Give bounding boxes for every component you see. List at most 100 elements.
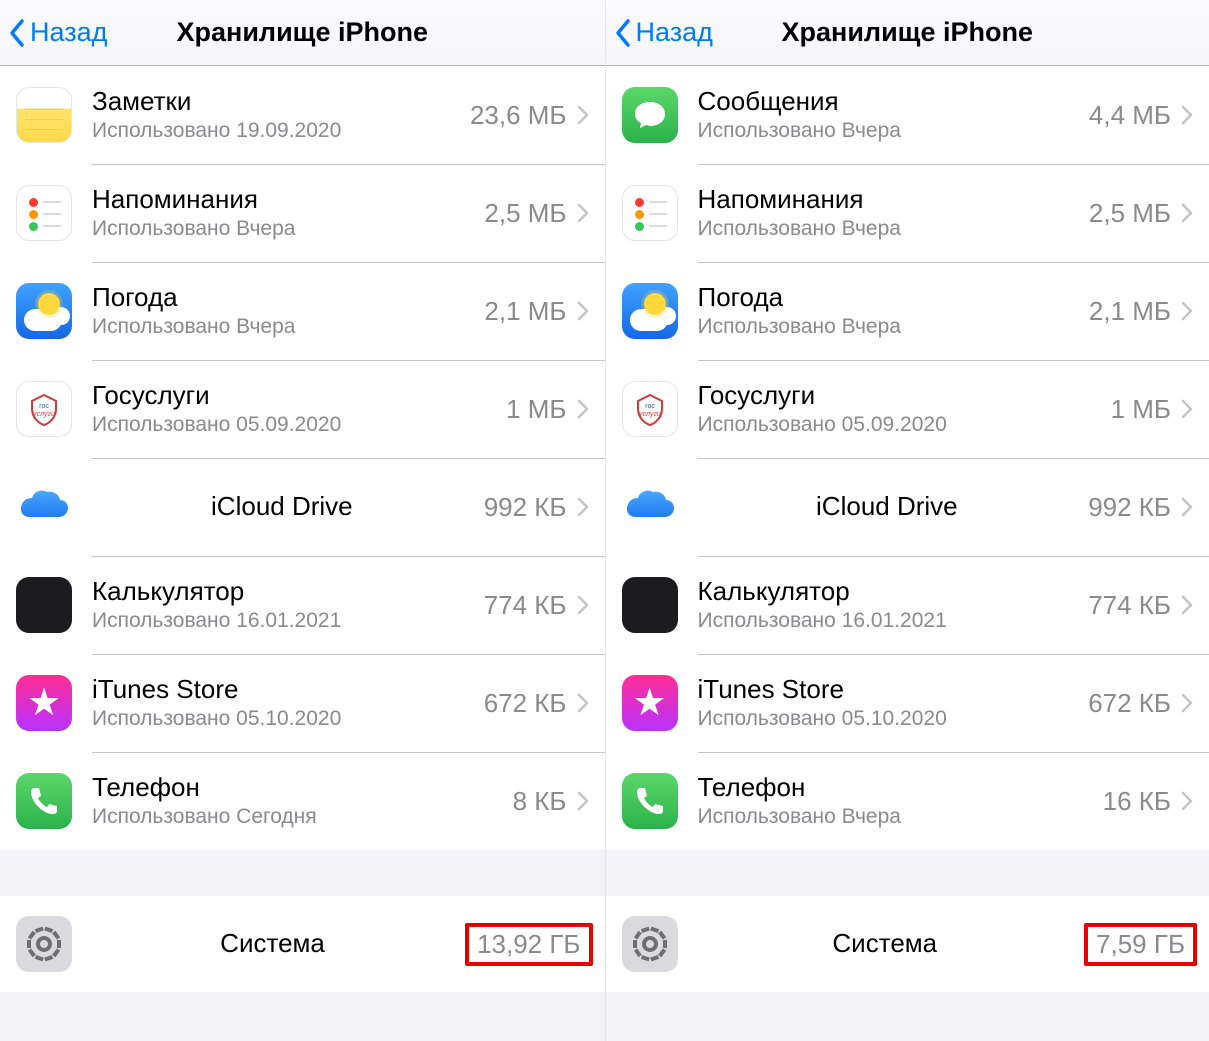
storage-size: 1 МБ	[1111, 394, 1171, 425]
storage-size: 4,4 МБ	[1089, 100, 1171, 131]
last-used-label: Использовано 05.10.2020	[698, 707, 1077, 731]
last-used-label: Использовано Сегодня	[92, 805, 501, 829]
storage-row[interactable]: ПогодаИспользовано Вчера 2,1 МБ	[606, 262, 1209, 360]
chevron-right-icon	[577, 203, 589, 223]
section-gap	[606, 850, 1209, 896]
last-used-label: Использовано Вчера	[92, 217, 472, 241]
row-labels: ГосуслугиИспользовано 05.09.2020	[92, 381, 494, 437]
app-storage-list: ЗаметкиИспользовано 19.09.2020 23,6 МБ Нап…	[0, 66, 605, 850]
row-trailing: 2,5 МБ	[472, 198, 588, 229]
system-row[interactable]: Система13,92 ГБ	[0, 896, 605, 992]
system-label: Система	[832, 929, 937, 959]
row-labels: ТелефонИспользовано Сегодня	[92, 773, 501, 829]
storage-size: 672 КБ	[1088, 688, 1171, 719]
row-trailing: 16 КБ	[1091, 786, 1193, 817]
storage-row[interactable]: НапоминанияИспользовано Вчера 2,5 МБ	[0, 164, 605, 262]
gosuslugi-icon: госуслуги	[16, 381, 72, 437]
storage-row[interactable]: СообщенияИспользовано Вчера 4,4 МБ	[606, 66, 1209, 164]
row-trailing: 13,92 ГБ	[453, 923, 588, 966]
storage-size: 1 МБ	[506, 394, 566, 425]
storage-size: 2,5 МБ	[484, 198, 566, 229]
app-storage-list: СообщенияИспользовано Вчера4,4 МБНапомин…	[606, 66, 1209, 850]
row-labels: НапоминанияИспользовано Вчера	[698, 185, 1077, 241]
storage-size: 774 КБ	[484, 590, 567, 621]
svg-text:гос: гос	[39, 403, 49, 410]
storage-row[interactable]: КалькуляторИспользовано 16.01.2021774 КБ	[606, 556, 1209, 654]
back-label: Назад	[636, 19, 713, 46]
last-used-label: Использовано 05.10.2020	[92, 707, 472, 731]
row-labels: ГосуслугиИспользовано 05.09.2020	[698, 381, 1099, 437]
svg-text:гос: гос	[645, 403, 655, 410]
chevron-right-icon	[1181, 497, 1193, 517]
row-labels: iTunes StoreИспользовано 05.10.2020	[698, 675, 1077, 731]
back-button[interactable]: Назад	[8, 18, 107, 48]
chevron-right-icon	[1181, 399, 1193, 419]
storage-row[interactable]: ★ iTunes StoreИспользовано 05.10.2020 672 …	[606, 654, 1209, 752]
storage-row[interactable]: ПогодаИспользовано Вчера2,1 МБ	[0, 262, 605, 360]
app-name: Заметки	[92, 87, 458, 117]
weather-icon	[16, 283, 72, 339]
chevron-right-icon	[1181, 203, 1193, 223]
storage-size: 8 КБ	[513, 786, 567, 817]
last-used-label: Использовано 05.09.2020	[92, 413, 494, 437]
storage-row[interactable]: госуслугиГосуслугиИспользовано 05.09.202…	[606, 360, 1209, 458]
app-name: Сообщения	[698, 87, 1077, 117]
comparison-container: НазадХранилище iPhoneЗаметкиИспользовано…	[0, 0, 1209, 1041]
last-used-label: Использовано Вчера	[698, 315, 1077, 339]
row-trailing: 2,1 МБ	[472, 296, 588, 327]
messages-icon	[622, 87, 678, 143]
row-trailing: 1 МБ	[494, 394, 588, 425]
storage-size: 992 КБ	[484, 492, 567, 523]
storage-screen: НазадХранилище iPhoneЗаметкиИспользовано…	[0, 0, 605, 1041]
app-name: Погода	[698, 283, 1077, 313]
storage-size: 23,6 МБ	[470, 100, 567, 131]
app-name: Госуслуги	[698, 381, 1099, 411]
storage-row[interactable]: ★iTunes StoreИспользовано 05.10.2020672 …	[0, 654, 605, 752]
row-trailing: 774 КБ	[1076, 590, 1193, 621]
storage-row[interactable]: ЗаметкиИспользовано 19.09.2020 23,6 МБ	[0, 66, 605, 164]
back-button[interactable]: Назад	[614, 18, 713, 48]
row-trailing: 672 КБ	[1076, 688, 1193, 719]
storage-row[interactable]: ТелефонИспользовано Вчера16 КБ	[606, 752, 1209, 850]
row-labels: iCloud Drive	[698, 492, 1077, 522]
storage-row[interactable]: ТелефонИспользовано Сегодня 8 КБ	[0, 752, 605, 850]
storage-row[interactable]: госуслуги ГосуслугиИспользовано 05.09.202…	[0, 360, 605, 458]
row-labels: iCloud Drive	[92, 492, 472, 522]
row-labels: ПогодаИспользовано Вчера	[698, 283, 1077, 339]
app-name: iTunes Store	[92, 675, 472, 705]
system-row[interactable]: Система7,59 ГБ	[606, 896, 1209, 992]
row-labels: НапоминанияИспользовано Вчера	[92, 185, 472, 241]
chevron-right-icon	[577, 399, 589, 419]
row-labels: ПогодаИспользовано Вчера	[92, 283, 472, 339]
chevron-right-icon	[1181, 693, 1193, 713]
last-used-label: Использовано Вчера	[698, 217, 1077, 241]
chevron-right-icon	[1181, 105, 1193, 125]
storage-row[interactable]: iCloud Drive 992 КБ	[0, 458, 605, 556]
storage-row[interactable]: КалькуляторИспользовано 16.01.2021 774 КБ	[0, 556, 605, 654]
row-labels: КалькуляторИспользовано 16.01.2021	[92, 577, 472, 633]
app-name: Калькулятор	[92, 577, 472, 607]
storage-row[interactable]: iCloud Drive 992 КБ	[606, 458, 1209, 556]
row-trailing: 23,6 МБ	[458, 100, 589, 131]
itunes-store-icon: ★	[622, 675, 678, 731]
storage-size: 992 КБ	[1088, 492, 1171, 523]
last-used-label: Использовано 19.09.2020	[92, 119, 458, 143]
storage-size: 2,1 МБ	[1089, 296, 1171, 327]
chevron-right-icon	[577, 105, 589, 125]
last-used-label: Использовано 16.01.2021	[92, 609, 472, 633]
weather-icon	[622, 283, 678, 339]
row-trailing: 992 КБ	[472, 492, 589, 523]
row-labels: СообщенияИспользовано Вчера	[698, 87, 1077, 143]
icloud-drive-icon	[622, 479, 678, 535]
system-size: 13,92 ГБ	[465, 923, 592, 966]
chevron-right-icon	[577, 595, 589, 615]
row-trailing: 672 КБ	[472, 688, 589, 719]
storage-screen: НазадХранилище iPhoneСообщенияИспользова…	[605, 0, 1209, 1041]
svg-text:услуги: услуги	[32, 411, 55, 418]
last-used-label: Использовано Вчера	[92, 315, 472, 339]
row-trailing: 8 КБ	[501, 786, 589, 817]
icloud-drive-icon	[16, 479, 72, 535]
section-gap	[606, 992, 1209, 1038]
last-used-label: Использовано 16.01.2021	[698, 609, 1077, 633]
storage-row[interactable]: НапоминанияИспользовано Вчера2,5 МБ	[606, 164, 1209, 262]
